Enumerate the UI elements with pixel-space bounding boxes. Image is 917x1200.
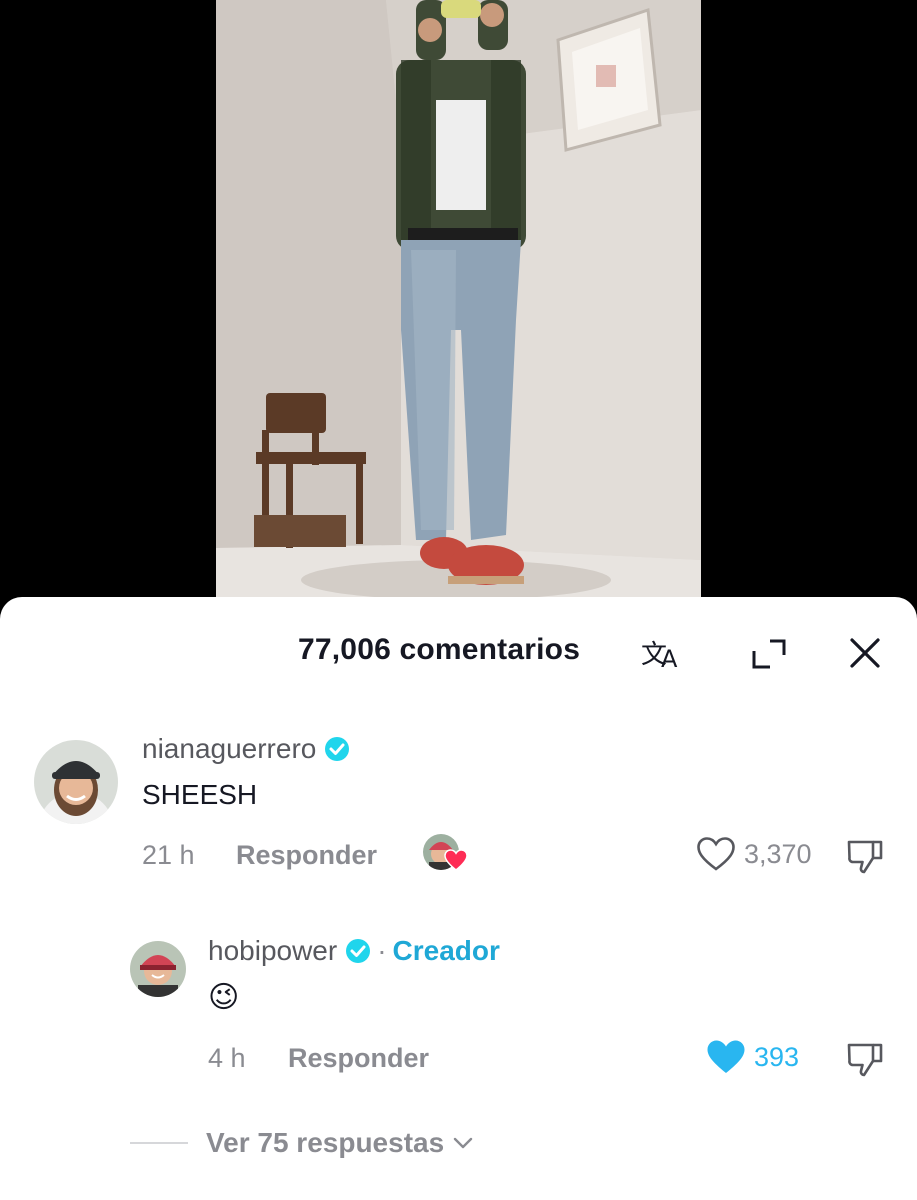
video-still bbox=[216, 0, 701, 620]
comments-sheet: 77,006 comentarios 文 A nianaguerrero SHE… bbox=[0, 597, 917, 1200]
thumbs-down-icon[interactable] bbox=[845, 1039, 885, 1079]
avatar[interactable] bbox=[130, 941, 186, 997]
view-replies-label: Ver 75 respuestas bbox=[206, 1127, 445, 1158]
username-text: hobipower bbox=[208, 935, 338, 966]
separator-dot: · bbox=[377, 935, 387, 966]
video-player[interactable] bbox=[0, 0, 917, 620]
chevron-down-icon bbox=[453, 1137, 473, 1149]
comment-timestamp: 4 h bbox=[208, 1043, 246, 1073]
like-button[interactable]: 393 bbox=[706, 1039, 799, 1075]
heart-icon bbox=[707, 1040, 745, 1073]
like-count: 393 bbox=[754, 1041, 800, 1072]
comment-username[interactable]: hobipower · Creador bbox=[208, 935, 500, 967]
comment-text: 😉 bbox=[208, 981, 240, 1014]
video-frame bbox=[216, 0, 701, 620]
creator-label: Creador bbox=[392, 935, 500, 966]
verified-badge-icon bbox=[346, 939, 371, 963]
view-replies-button[interactable]: Ver 75 respuestas bbox=[130, 1127, 474, 1159]
reply-comment-item: hobipower · Creador 😉 4 h Responder 393 bbox=[0, 597, 917, 1117]
divider-line bbox=[130, 1142, 188, 1144]
reply-button[interactable]: Responder bbox=[288, 1043, 429, 1074]
